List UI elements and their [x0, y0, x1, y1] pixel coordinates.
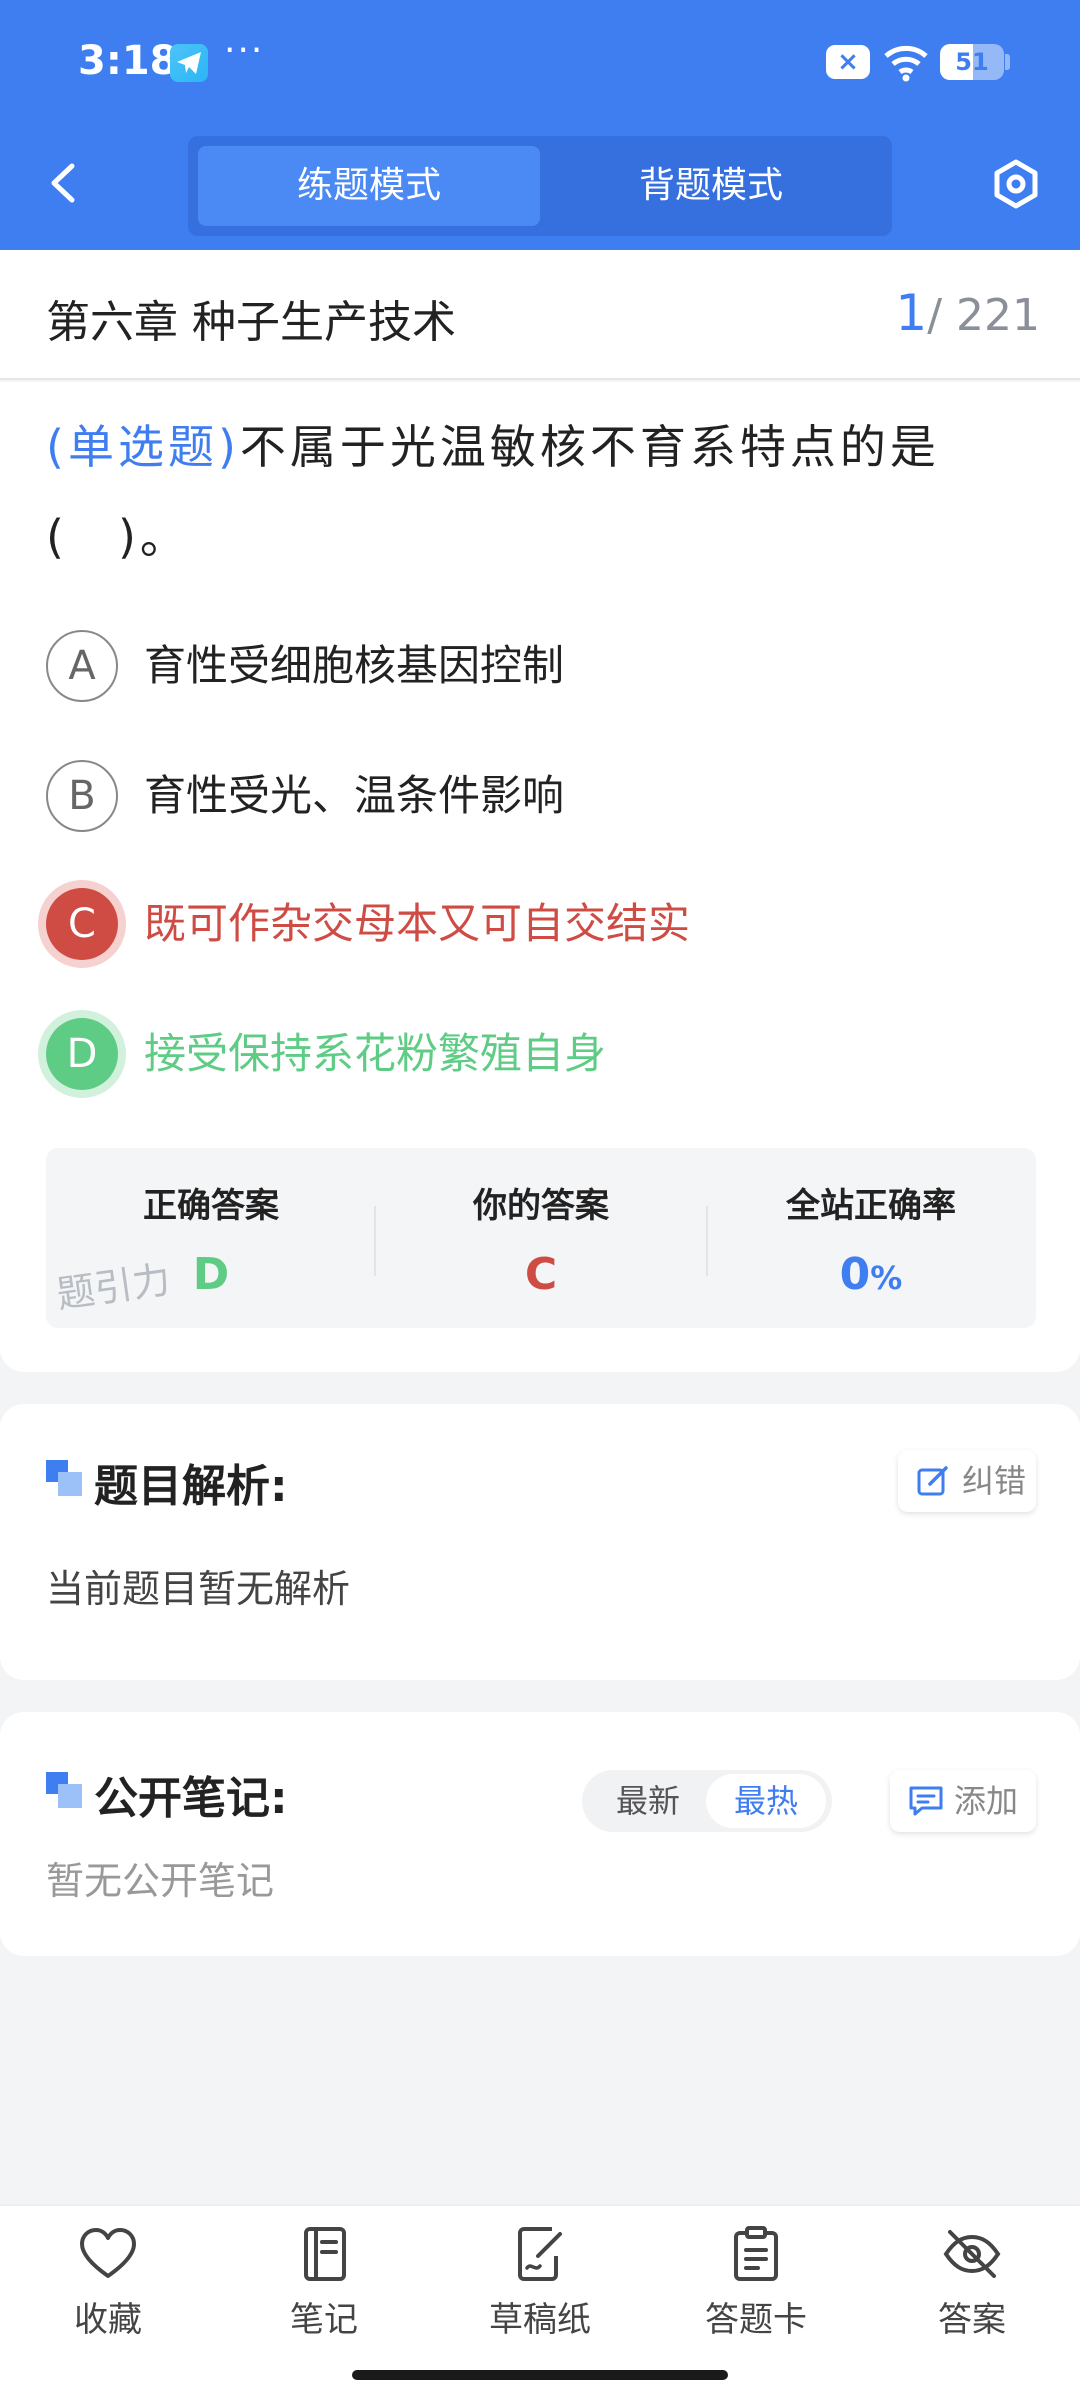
stat-your-answer: 你的答案 C — [376, 1178, 706, 1300]
report-error-label: 纠错 — [962, 1462, 1027, 1500]
scratch-paper-label: 草稿纸 — [489, 2300, 591, 2340]
notes-card: 公开笔记: 最新 最热 添加 暂无公开笔记 — [0, 1712, 1080, 1956]
section-marker-icon — [46, 1772, 82, 1808]
app-header: 3:18 ··· × 51 练题模式 背题模式 — [0, 0, 1080, 250]
rate-number: 0 — [839, 1249, 871, 1300]
tab-recite-mode[interactable]: 背题模式 — [540, 146, 882, 226]
show-answer-button[interactable]: 答案 — [864, 2226, 1080, 2341]
answer-label: 答案 — [938, 2300, 1006, 2340]
option-text: 育性受细胞核基因控制 — [144, 641, 565, 690]
notes-body: 暂无公开笔记 — [46, 1859, 275, 1903]
battery-level: 51 — [955, 48, 989, 76]
notes-title: 公开笔记: — [94, 1773, 288, 1824]
option-text: 既可作杂交母本又可自交结实 — [144, 899, 691, 948]
battery-nub — [1005, 54, 1010, 70]
settings-icon[interactable] — [990, 158, 1042, 210]
notebook-icon — [304, 2227, 346, 2281]
option-letter: A — [46, 630, 118, 702]
question-type: (单选题) — [46, 420, 240, 474]
option-d[interactable]: D 接受保持系花粉繁殖自身 — [46, 1018, 1036, 1094]
add-note-label: 添加 — [954, 1782, 1019, 1820]
option-c[interactable]: C 既可作杂交母本又可自交结实 — [46, 888, 1036, 964]
stat-label: 正确答案 — [143, 1186, 279, 1226]
answer-sheet-label: 答题卡 — [705, 2300, 807, 2340]
option-letter: C — [46, 888, 118, 960]
telegram-icon — [170, 44, 208, 82]
back-icon[interactable] — [40, 158, 90, 208]
battery-icon: 51 — [940, 44, 1004, 80]
analysis-title: 题目解析: — [94, 1461, 288, 1512]
edit-icon — [917, 1466, 948, 1496]
question-text: (单选题)不属于光温敏核不育系特点的是( )。 — [46, 402, 1036, 582]
question-counter: 1/ 221 — [895, 284, 1040, 342]
add-note-button[interactable]: 添加 — [890, 1770, 1036, 1832]
notes-button[interactable]: 笔记 — [216, 2226, 432, 2341]
mode-switch: 练题模式 背题模式 — [188, 136, 892, 236]
answer-sheet-button[interactable]: 答题卡 — [648, 2226, 864, 2341]
notes-label: 笔记 — [290, 2300, 358, 2340]
comment-icon — [909, 1786, 943, 1816]
stat-value: 0% — [706, 1249, 1036, 1300]
status-bar: 3:18 ··· × 51 — [0, 0, 1080, 125]
option-b[interactable]: B 育性受光、温条件影响 — [46, 760, 1036, 836]
option-letter: D — [46, 1018, 118, 1090]
no-sim-icon: × — [826, 45, 870, 79]
option-text: 接受保持系花粉繁殖自身 — [144, 1029, 607, 1078]
sort-hottest-tab[interactable]: 最热 — [706, 1774, 826, 1828]
report-error-button[interactable]: 纠错 — [898, 1450, 1036, 1512]
stat-label: 全站正确率 — [786, 1186, 956, 1226]
notes-sort-toggle: 最新 最热 — [582, 1770, 832, 1832]
chapter-title: 第六章 种子生产技术 — [46, 297, 456, 348]
favorite-label: 收藏 — [74, 2300, 142, 2340]
clipboard-icon — [734, 2226, 778, 2281]
section-marker-icon — [46, 1460, 82, 1496]
analysis-body: 当前题目暂无解析 — [46, 1567, 351, 1611]
stat-value: C — [524, 1249, 558, 1300]
scratch-paper-button[interactable]: 草稿纸 — [432, 2226, 648, 2341]
home-indicator[interactable] — [352, 2370, 728, 2380]
stat-site-rate: 全站正确率 0% — [706, 1178, 1036, 1300]
heart-icon — [80, 2228, 136, 2278]
tab-practice-mode[interactable]: 练题模式 — [198, 146, 540, 226]
option-a[interactable]: A 育性受细胞核基因控制 — [46, 630, 1036, 706]
sort-newest-tab[interactable]: 最新 — [588, 1774, 708, 1828]
more-notifications-icon: ··· — [224, 30, 265, 71]
chapter-bar: 第六章 种子生产技术 1/ 221 — [0, 250, 1080, 380]
favorite-button[interactable]: 收藏 — [0, 2226, 216, 2341]
analysis-card: 题目解析: 纠错 当前题目暂无解析 — [0, 1404, 1080, 1680]
option-letter: B — [46, 760, 118, 832]
question-total: / 221 — [927, 290, 1040, 341]
question-card: (单选题)不属于光温敏核不育系特点的是( )。 A 育性受细胞核基因控制 B 育… — [0, 382, 1080, 1372]
stat-label: 你的答案 — [473, 1186, 609, 1226]
status-time: 3:18 — [78, 38, 178, 84]
eye-off-icon — [943, 2230, 1001, 2278]
answer-stats: 正确答案 D 你的答案 C 全站正确率 0% 题引力 — [46, 1148, 1036, 1328]
wifi-icon — [884, 42, 928, 86]
rate-unit: % — [870, 1259, 903, 1297]
draft-icon — [518, 2227, 562, 2281]
option-text: 育性受光、温条件影响 — [144, 771, 565, 820]
question-current: 1 — [895, 284, 928, 342]
